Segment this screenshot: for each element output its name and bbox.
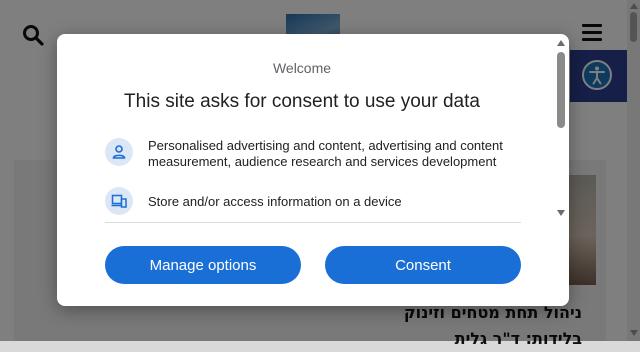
purpose-item: Store and/or access information on a dev…	[105, 187, 525, 215]
purpose-text: Personalised advertising and content, ad…	[148, 138, 503, 169]
purpose-text: Store and/or access information on a dev…	[148, 194, 402, 209]
dialog-scroll-thumb[interactable]	[557, 52, 565, 128]
consent-button[interactable]: Consent	[325, 246, 521, 284]
dialog-header: Welcome	[272, 60, 332, 76]
person-icon	[105, 138, 133, 166]
scroll-down-arrow-icon[interactable]	[557, 210, 565, 216]
manage-options-button[interactable]: Manage options	[105, 246, 301, 284]
dialog-title: This site asks for consent to use your d…	[124, 91, 480, 112]
purpose-item: Personalised advertising and content, ad…	[105, 138, 525, 172]
divider	[105, 222, 521, 223]
consent-dialog: Welcome This site asks for consent to us…	[57, 34, 569, 306]
devices-icon	[105, 187, 133, 215]
scroll-up-arrow-icon[interactable]	[557, 40, 565, 46]
dialog-scrollbar[interactable]	[557, 40, 565, 220]
